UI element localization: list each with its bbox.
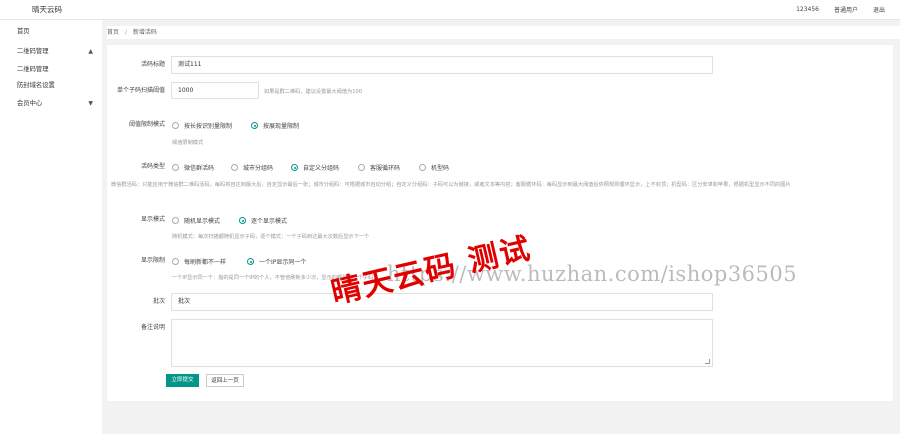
radio-label: 城市分组码 — [243, 165, 274, 172]
radio-label: 机型码 — [431, 165, 450, 172]
radio-checked-icon — [251, 122, 258, 129]
type-label: 活码类型 — [140, 163, 165, 170]
user-id[interactable]: 123456 — [796, 6, 819, 13]
radio-label: 随机显示模式 — [184, 218, 221, 225]
brand-logo-text[interactable]: 晴天云码 — [32, 4, 62, 15]
user-role[interactable]: 普通用户 — [834, 5, 858, 14]
radio-checked-icon — [247, 258, 254, 265]
type-help: 微信群活码：只能应用于微信群二维码活码，每码将自达到最大后，自定显示最后一张；城… — [111, 182, 791, 188]
batch-label: 批次 — [152, 298, 165, 305]
sidebar-item-qrcode-group[interactable]: 二维码管理 ▲ — [0, 42, 102, 62]
top-right-menu: 123456 普通用户 退出 — [796, 0, 900, 19]
remark-label: 备注说明 — [140, 324, 165, 331]
caret-up-icon: ▲ — [88, 48, 93, 55]
title-input[interactable]: 测试111 — [171, 56, 713, 74]
type-city-group-radio[interactable]: 城市分组码 — [231, 163, 273, 172]
sidebar-item-label: 二维码管理 — [17, 66, 49, 73]
submit-button[interactable]: 立即提交 — [166, 374, 199, 387]
display-limit-refresh-radio[interactable]: 每刷新都不一样 — [172, 257, 226, 266]
form-panel: 活码标题 测试111 单个子码扫描阈值 1000 如果是群二维码，建议设置最大阈… — [107, 45, 893, 401]
logout-link[interactable]: 退出 — [873, 5, 885, 14]
display-limit-label: 显示限制 — [140, 257, 165, 264]
radio-label: 每刷新都不一样 — [184, 259, 227, 266]
caret-down-icon: ▼ — [88, 100, 93, 107]
radio-unchecked-icon — [172, 164, 179, 171]
sidebar-item-label: 会员中心 — [17, 100, 43, 107]
sidebar-item-home[interactable]: 首页 — [0, 22, 102, 42]
sidebar-item-member-center[interactable]: 会员中心 ▼ — [0, 94, 102, 114]
display-limit-ip-radio[interactable]: 一个IP显示同一个 — [247, 257, 306, 266]
radio-unchecked-icon — [358, 164, 365, 171]
display-mode-random-radio[interactable]: 随机显示模式 — [172, 216, 220, 225]
type-wechat-group-radio[interactable]: 微信群活码 — [172, 163, 214, 172]
limit-mode-long-press-radio[interactable]: 按长按识别量限制 — [172, 121, 232, 130]
type-custom-group-radio[interactable]: 自定义分组码 — [291, 163, 339, 172]
breadcrumb-separator: / — [124, 29, 127, 36]
sidebar-item-label: 首页 — [17, 28, 30, 35]
limit-mode-help: 阈值限制模式 — [172, 140, 204, 146]
threshold-label: 单个子码扫描阈值 — [116, 87, 165, 94]
type-service-loop-radio[interactable]: 客服循环码 — [358, 163, 400, 172]
sidebar: 首页 二维码管理 ▲ 二维码管理 防封域名设置 会员中心 ▼ — [0, 20, 102, 434]
type-device-radio[interactable]: 机型码 — [419, 163, 449, 172]
breadcrumb: 首页 / 新增活码 — [107, 26, 900, 39]
radio-label: 一个IP显示同一个 — [259, 259, 307, 266]
radio-unchecked-icon — [172, 217, 179, 224]
threshold-help: 如果是群二维码，建议设置最大阈值为100 — [264, 89, 363, 95]
breadcrumb-home[interactable]: 首页 — [107, 29, 119, 36]
batch-input[interactable]: 批次 — [171, 293, 713, 311]
radio-unchecked-icon — [419, 164, 426, 171]
threshold-input[interactable]: 1000 — [171, 82, 259, 99]
display-mode-sequential-radio[interactable]: 逐个显示模式 — [239, 216, 287, 225]
limit-mode-label: 阈值限制模式 — [128, 121, 165, 128]
sidebar-item-label: 防封域名设置 — [17, 82, 55, 89]
limit-mode-impression-radio[interactable]: 按展现量限制 — [251, 121, 299, 130]
radio-label: 按长按识别量限制 — [184, 123, 233, 130]
resize-handle-icon[interactable] — [705, 359, 710, 364]
radio-label: 微信群活码 — [184, 165, 215, 172]
breadcrumb-current: 新增活码 — [132, 29, 157, 36]
radio-checked-icon — [291, 164, 298, 171]
sidebar-item-qrcode-manage[interactable]: 二维码管理 — [0, 62, 102, 78]
radio-label: 逐个显示模式 — [251, 218, 288, 225]
remark-textarea[interactable] — [171, 319, 713, 367]
radio-unchecked-icon — [172, 258, 179, 265]
display-mode-label: 显示模式 — [140, 216, 165, 223]
sidebar-item-domain-settings[interactable]: 防封域名设置 — [0, 78, 102, 94]
display-mode-help: 随机模式：每次扫描都随机显示子码，逐个模式：一个子码到达最大次数后显示下一个 — [172, 234, 370, 240]
radio-label: 按展现量限制 — [263, 123, 300, 130]
title-label: 活码标题 — [140, 61, 165, 68]
radio-checked-icon — [239, 217, 246, 224]
radio-unchecked-icon — [172, 122, 179, 129]
sidebar-item-label: 二维码管理 — [17, 48, 49, 55]
top-bar: 晴天云码 123456 普通用户 退出 — [0, 0, 900, 20]
back-button[interactable]: 返回上一页 — [206, 374, 244, 387]
radio-label: 客服循环码 — [370, 165, 401, 172]
radio-label: 自定义分组码 — [303, 165, 340, 172]
radio-unchecked-icon — [231, 164, 238, 171]
